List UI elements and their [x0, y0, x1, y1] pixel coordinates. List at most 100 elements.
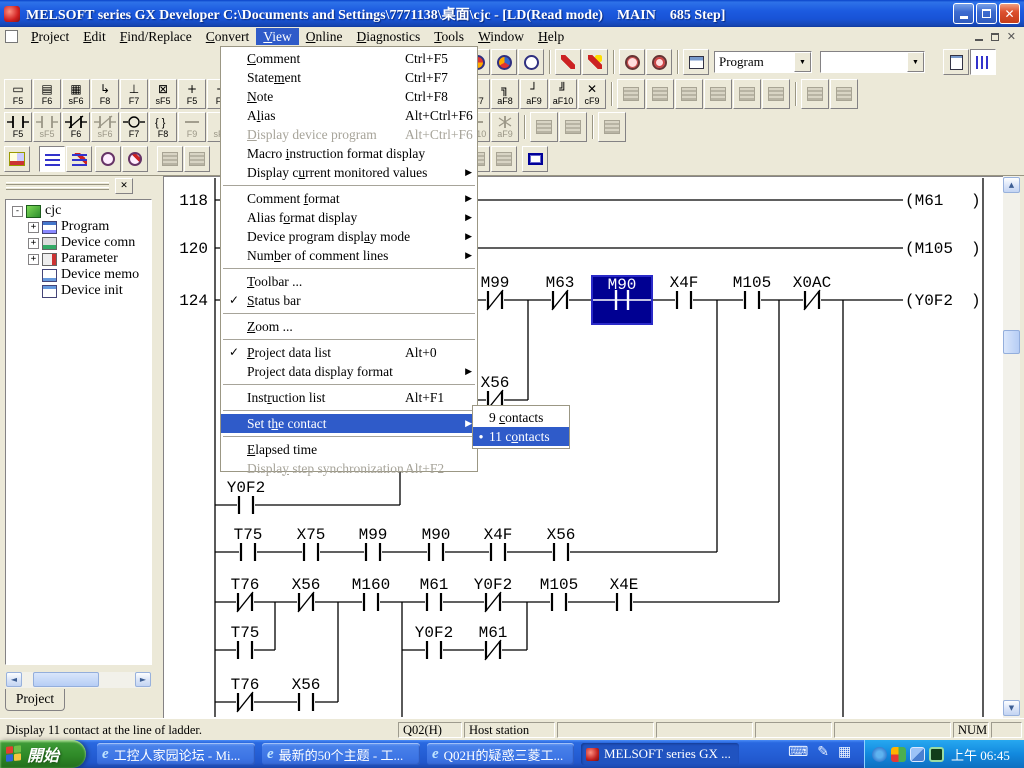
menu-item-note[interactable]: NoteCtrl+F8 [221, 87, 477, 106]
toolbar-button-gray[interactable] [675, 79, 703, 109]
toolbar-button-zoom-out[interactable] [619, 49, 645, 75]
menu-item-device-program-display-mode[interactable]: Device program display mode▶ [221, 227, 477, 246]
toolbar-button-sf6-g-lines3[interactable]: ▦sF6 [62, 79, 90, 109]
toolbar-button-gray[interactable] [157, 146, 183, 172]
toolbar-button-gray[interactable] [830, 79, 858, 109]
menu-item-statement[interactable]: StatementCtrl+F7 [221, 68, 477, 87]
toolbar-button-find-123[interactable] [518, 49, 544, 75]
toolbar-button-f9-c-hline[interactable]: F9 [178, 112, 206, 142]
toolbar-button-gray[interactable] [646, 79, 674, 109]
mdi-minimize-button[interactable] [975, 33, 983, 41]
ladder-contact-y0f2[interactable]: Y0F2 [415, 624, 453, 661]
toolbar-button-af9-c-xline[interactable]: aF9 [491, 112, 519, 142]
ladder-contact-x56[interactable]: X56 [547, 526, 576, 563]
toolbar-button-f6-g-lines[interactable]: ▤F6 [33, 79, 61, 109]
ladder-contact-m160[interactable]: M160 [352, 576, 390, 613]
combobox-dropdown-icon[interactable]: ▼ [907, 52, 924, 72]
expand-box[interactable]: + [28, 238, 39, 249]
scroll-thumb[interactable] [33, 672, 99, 687]
toolbar-button-f8-c-brace[interactable]: { }F8 [149, 112, 177, 142]
ladder-contact-x56[interactable]: X56 [292, 676, 321, 713]
scroll-right-button[interactable]: ► [135, 672, 151, 687]
submenu-item-11-contacts[interactable]: ●11 contacts [473, 427, 569, 446]
tree-item-device-init[interactable]: Device init [6, 283, 151, 299]
toolbar-button-tree-red[interactable] [66, 146, 92, 172]
scroll-left-button[interactable]: ◄ [6, 672, 22, 687]
menu-item-alias[interactable]: AliasAlt+Ctrl+F6 [221, 106, 477, 125]
menu-item-alias-format-display[interactable]: Alias format display▶ [221, 208, 477, 227]
toolbar-button-af9-g-cornerb[interactable]: ┘aF9 [520, 79, 548, 109]
ladder-contact-t76[interactable]: T76 [231, 576, 260, 613]
panel-close-button[interactable]: ✕ [115, 178, 133, 194]
ladder-contact-y0f2[interactable]: Y0F2 [227, 479, 265, 516]
ladder-contact-m99[interactable]: M99 [481, 274, 510, 311]
toolbar-button-f7-c-coil[interactable]: F7 [120, 112, 148, 142]
ladder-coil-m105[interactable]: (M105) [905, 240, 981, 258]
project-tab[interactable]: Project [5, 689, 65, 711]
ladder-contact-y0f2[interactable]: Y0F2 [474, 576, 512, 613]
menu-item-display-device-program[interactable]: Display device programAlt+Ctrl+F6 [221, 125, 477, 144]
toolbar-button-gray[interactable] [530, 112, 558, 142]
menu-tools[interactable]: Tools [427, 28, 471, 45]
collapse-box[interactable]: - [12, 206, 23, 217]
ladder-contact-x4e[interactable]: X4E [610, 576, 639, 613]
ladder-contact-m61[interactable]: M61 [479, 624, 508, 661]
pad-icon[interactable]: ▦ [838, 744, 851, 760]
expand-box[interactable]: + [28, 254, 39, 265]
menu-item-number-of-comment-lines[interactable]: Number of comment lines▶ [221, 246, 477, 265]
mdi-close-button[interactable]: ✕ [1007, 32, 1016, 42]
toolbar-button-gray[interactable] [704, 79, 732, 109]
empty-combobox[interactable]: ▼ [820, 51, 925, 73]
ladder-contact-m99[interactable]: M99 [359, 526, 388, 563]
tree-item-device-comn[interactable]: +Device comn [6, 235, 151, 251]
toolbar-button-pencil-star[interactable] [582, 49, 608, 75]
ladder-contact-m63[interactable]: M63 [546, 274, 575, 311]
toolbar-button-page-pencil[interactable] [943, 49, 969, 75]
panel-grip[interactable] [6, 182, 109, 185]
menu-item-zoom[interactable]: Zoom ... [221, 317, 477, 336]
ladder-contact-x0ac[interactable]: X0AC [793, 274, 831, 311]
toolbar-button-zoom-in[interactable] [646, 49, 672, 75]
toolbar-button-gray[interactable] [559, 112, 587, 142]
ladder-contact-x4f[interactable]: X4F [484, 526, 513, 563]
tray-monitor-icon[interactable] [929, 747, 944, 762]
toolbar-button-ladder-color[interactable] [4, 146, 30, 172]
menu-item-macro-instruction-format-display[interactable]: Macro instruction format display [221, 144, 477, 163]
toolbar-button-tree-sel[interactable] [39, 146, 65, 172]
toolbar-button-f5-c-no[interactable]: F5 [4, 112, 32, 142]
menu-item-project-data-list[interactable]: ✓Project data listAlt+0 [221, 343, 477, 362]
menu-item-status-bar[interactable]: ✓Status bar [221, 291, 477, 310]
toolbar-button-monitor-blue[interactable] [522, 146, 548, 172]
ladder-contact-x4f[interactable]: X4F [670, 274, 699, 311]
ladder-contact-m61[interactable]: M61 [420, 576, 449, 613]
toolbar-button-pencil-red[interactable] [555, 49, 581, 75]
tray-network-icon[interactable] [872, 747, 887, 762]
mdi-restore-button[interactable] [991, 33, 999, 41]
menu-item-display-step-synchronization[interactable]: Display step synchronizationAlt+F2 [221, 459, 477, 478]
expand-box[interactable]: + [28, 222, 39, 233]
menu-online[interactable]: Online [299, 28, 350, 45]
toolbar-button-f6-c-nc[interactable]: F6 [62, 112, 90, 142]
keyboard-icon[interactable]: ⌨ [788, 744, 808, 760]
toolbar-button-gray[interactable] [617, 79, 645, 109]
toolbar-button-sf6-c-nc[interactable]: sF6 [91, 112, 119, 142]
menu-convert[interactable]: Convert [199, 28, 257, 45]
tree-item-parameter[interactable]: +Parameter [6, 251, 151, 267]
menu-item-instruction-list[interactable]: Instruction listAlt+F1 [221, 388, 477, 407]
scroll-thumb[interactable] [1003, 330, 1020, 354]
toolbar-button-af8-g-corner2[interactable]: ╗aF8 [491, 79, 519, 109]
menu-item-set-the-contact[interactable]: Set the contact▶ [221, 414, 477, 433]
language-bar[interactable]: ⌨✎▦ [788, 744, 851, 760]
close-button[interactable]: ✕ [999, 3, 1020, 24]
menu-item-display-current-monitored-values[interactable]: Display current monitored values▶ [221, 163, 477, 182]
toolbar-button-f5-g-plus[interactable]: +F5 [178, 79, 206, 109]
tree-item-device-memo[interactable]: Device memo [6, 267, 151, 283]
ladder-vscrollbar[interactable]: ▲ ▼ [1003, 176, 1020, 718]
menu-item-project-data-display-format[interactable]: Project data display format▶ [221, 362, 477, 381]
tray-antivirus-icon[interactable] [891, 747, 906, 762]
toolbar-button-gray[interactable] [184, 146, 210, 172]
ladder-contact-m90[interactable]: M90 [422, 526, 451, 563]
ladder-contact-m90[interactable]: M90 [592, 276, 652, 324]
ladder-contact-t75[interactable]: T75 [234, 526, 263, 563]
toolbar-button-f8-g-arrow[interactable]: ↳F8 [91, 79, 119, 109]
